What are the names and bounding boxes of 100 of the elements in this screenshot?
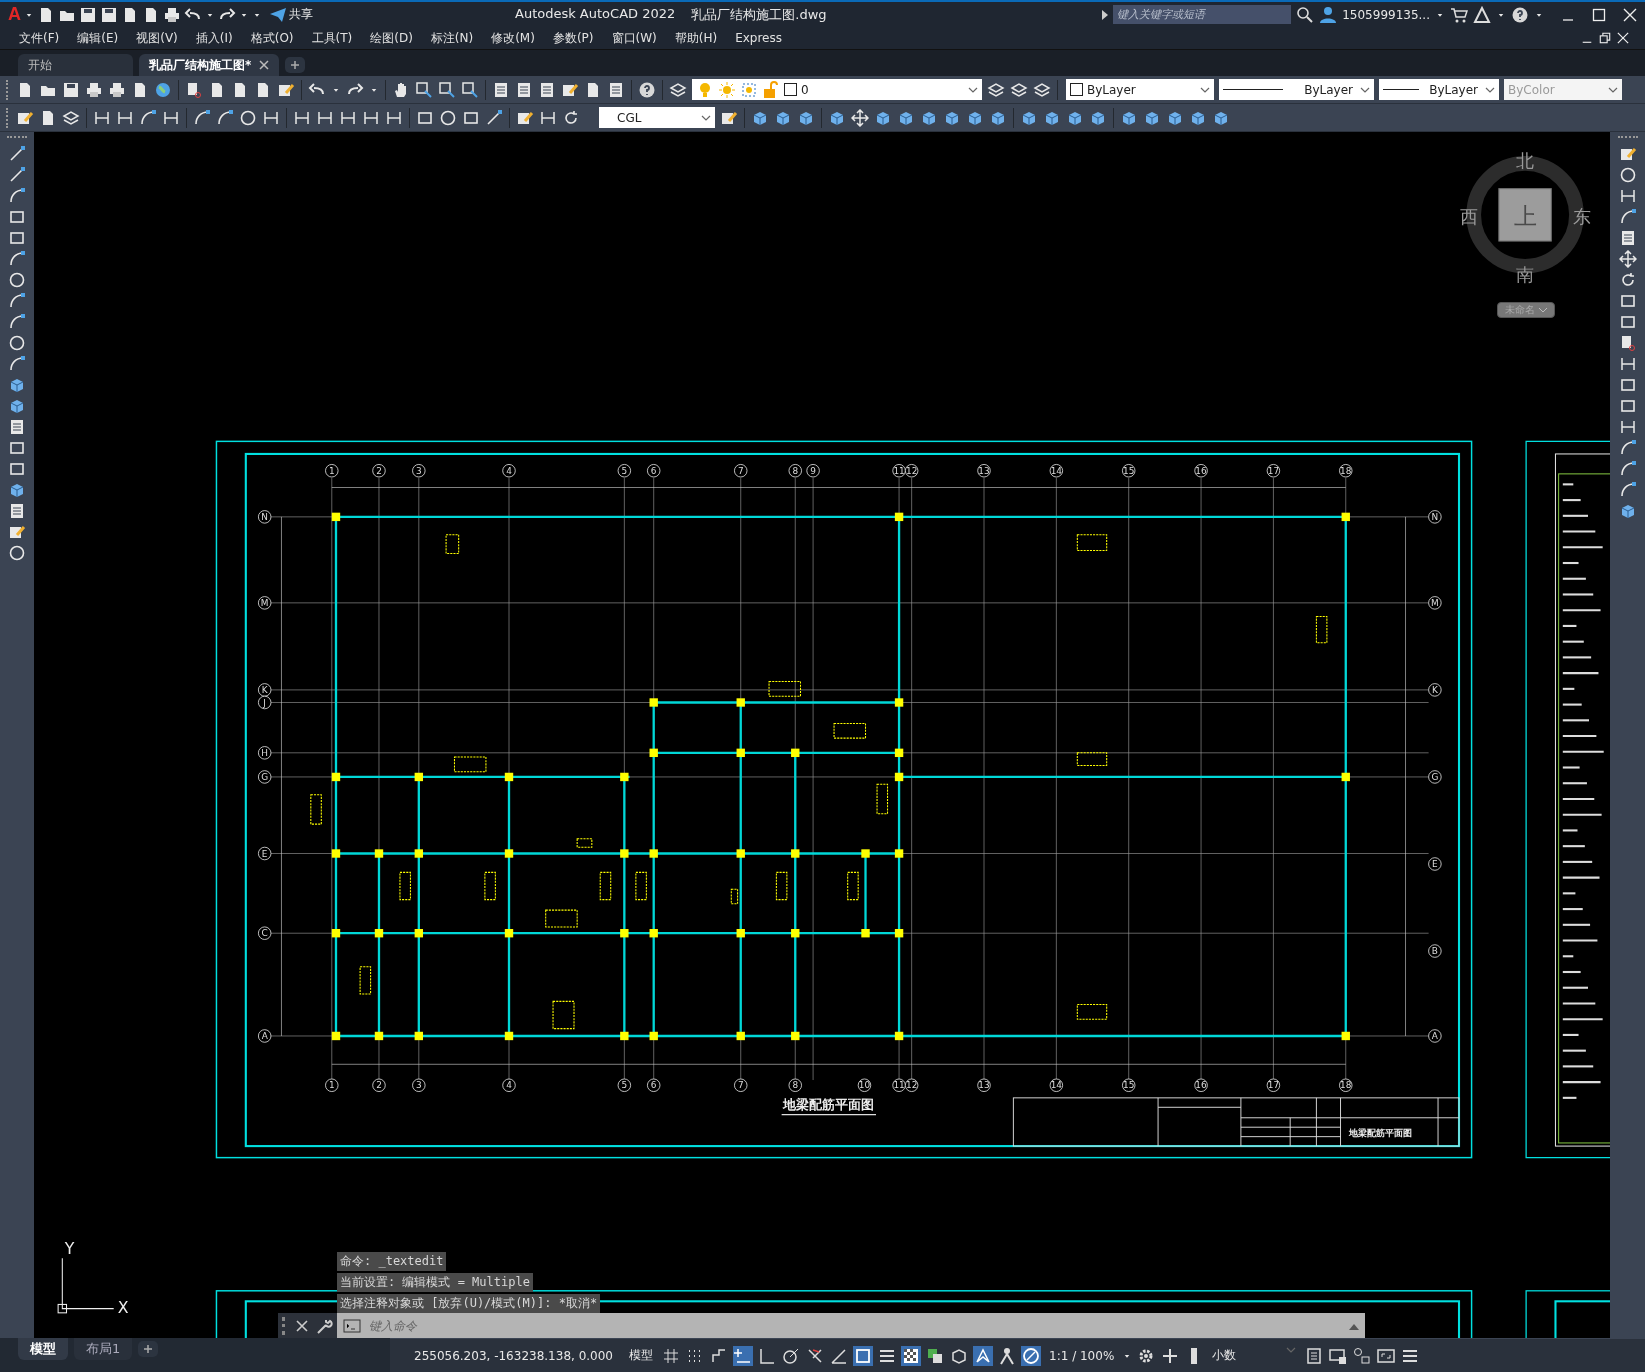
rectangle-icon[interactable] xyxy=(1618,292,1637,310)
compass-label[interactable]: 西 xyxy=(1460,206,1479,228)
new-tab-icon[interactable] xyxy=(285,57,306,73)
compass-label[interactable]: 东 xyxy=(1572,206,1591,228)
arc-icon[interactable] xyxy=(8,313,26,331)
move-icon[interactable] xyxy=(1618,250,1637,268)
chevron-down-icon[interactable] xyxy=(1360,86,1370,93)
dimension-icon[interactable] xyxy=(1618,418,1637,436)
chevron-down-icon[interactable] xyxy=(1200,86,1210,93)
help-icon[interactable] xyxy=(638,80,656,99)
compass-label[interactable]: 北 xyxy=(1516,149,1535,171)
globe-icon[interactable] xyxy=(154,80,172,99)
move-icon[interactable] xyxy=(851,108,869,127)
gizmo-icon[interactable] xyxy=(973,1345,993,1366)
layer-dropdown[interactable]: 0 xyxy=(692,79,982,100)
printer-icon[interactable] xyxy=(108,80,126,99)
add-layout-icon[interactable] xyxy=(138,1341,159,1357)
rotate-icon[interactable] xyxy=(562,108,580,127)
printer-icon[interactable] xyxy=(85,80,103,99)
help-icon[interactable] xyxy=(1511,5,1529,24)
dimension-icon[interactable] xyxy=(1618,355,1637,373)
arc-icon[interactable] xyxy=(1618,460,1637,478)
menu-item[interactable]: 标注(N) xyxy=(421,29,483,47)
share-button[interactable]: 共享 xyxy=(265,5,317,24)
rectangle-icon[interactable] xyxy=(8,208,26,226)
layers-icon[interactable] xyxy=(1010,80,1028,99)
expand-arrow-icon[interactable] xyxy=(1102,9,1109,20)
circle-icon[interactable] xyxy=(1021,1345,1041,1366)
search-icon[interactable] xyxy=(1296,5,1315,24)
rectangle-icon[interactable] xyxy=(8,460,26,478)
close-icon[interactable] xyxy=(259,60,270,70)
units-dropdown[interactable]: 小数 xyxy=(1208,1347,1301,1364)
pencil-icon[interactable] xyxy=(1618,145,1637,163)
rectangle-icon[interactable] xyxy=(1618,376,1637,394)
compass-label[interactable]: 南 xyxy=(1516,263,1535,285)
layout-tab[interactable]: 模型 xyxy=(18,1338,68,1360)
search-field[interactable]: 键入关键字或短语 xyxy=(1113,5,1292,24)
cart-icon[interactable] xyxy=(1450,5,1468,24)
user-account-button[interactable]: 1505999135... xyxy=(1342,7,1430,22)
line-icon[interactable] xyxy=(8,145,26,163)
maximize-icon[interactable] xyxy=(1592,7,1606,22)
color-dropdown[interactable]: ByLayer xyxy=(1066,79,1214,100)
menu-item[interactable]: 插入(I) xyxy=(186,29,242,47)
rectangle-icon[interactable] xyxy=(8,439,26,457)
plus-square-icon[interactable] xyxy=(733,1345,753,1366)
line-icon[interactable] xyxy=(485,108,503,127)
circle-icon[interactable] xyxy=(439,108,457,127)
line-icon[interactable] xyxy=(8,166,26,184)
layers-icon[interactable] xyxy=(669,80,687,99)
save-icon[interactable] xyxy=(100,5,118,24)
shapes-icon[interactable] xyxy=(1352,1345,1373,1366)
menu-item[interactable]: 修改(M) xyxy=(482,29,544,47)
rectangle-icon[interactable] xyxy=(1618,397,1637,415)
menu-item[interactable]: 格式(O) xyxy=(241,29,303,47)
menu-item[interactable]: 文件(F) xyxy=(10,29,69,47)
menu-item[interactable]: 窗口(W) xyxy=(602,29,666,47)
circle-icon[interactable] xyxy=(1618,166,1637,184)
chevron-down-icon[interactable] xyxy=(701,114,711,121)
circle-icon[interactable] xyxy=(8,544,26,562)
command-line-field[interactable]: 键入命令 xyxy=(337,1313,1365,1338)
viewcube[interactable] xyxy=(1498,188,1552,242)
scissors-icon[interactable] xyxy=(185,80,203,99)
arc-icon[interactable] xyxy=(193,108,211,127)
user-icon[interactable] xyxy=(1319,5,1338,24)
terminal-icon[interactable] xyxy=(343,1316,361,1335)
menu-item[interactable]: Express xyxy=(726,31,791,45)
zoom-icon[interactable] xyxy=(415,80,433,99)
arc-icon[interactable] xyxy=(1618,208,1637,226)
arc-icon[interactable] xyxy=(8,187,26,205)
document-tab[interactable]: 乳品厂结构施工图* xyxy=(139,54,280,76)
restore-icon[interactable] xyxy=(1599,32,1611,44)
arc-icon[interactable] xyxy=(139,108,157,127)
arc-icon[interactable] xyxy=(216,108,234,127)
menu-item[interactable]: 视图(V) xyxy=(127,29,187,47)
menu-item[interactable]: 帮助(H) xyxy=(665,29,727,47)
person-icon[interactable] xyxy=(997,1345,1017,1366)
layout-tab[interactable]: 布局1 xyxy=(74,1338,133,1360)
pencil-icon[interactable] xyxy=(8,523,26,541)
model-space-button[interactable]: 模型 xyxy=(625,1347,657,1364)
triangle-nodes-icon[interactable] xyxy=(1473,5,1491,24)
printer-icon[interactable] xyxy=(163,5,181,24)
checker-icon[interactable] xyxy=(901,1345,921,1366)
arc-icon[interactable] xyxy=(8,292,26,310)
square-icon[interactable] xyxy=(853,1345,873,1366)
linetype-dropdown[interactable]: ByLayer xyxy=(1219,79,1374,100)
layers-icon[interactable] xyxy=(62,108,80,127)
save-icon[interactable] xyxy=(79,5,97,24)
menu-item[interactable]: 工具(T) xyxy=(302,29,362,47)
menu-item[interactable]: 参数(P) xyxy=(543,29,603,47)
layers-icon[interactable] xyxy=(1033,80,1051,99)
lineweight-dropdown[interactable]: ByLayer xyxy=(1379,79,1499,100)
document-tab[interactable]: 开始 xyxy=(18,54,133,76)
menu-item[interactable]: 绘图(D) xyxy=(361,29,422,47)
circle-icon[interactable] xyxy=(239,108,257,127)
circle-icon[interactable] xyxy=(8,271,26,289)
rectangle-icon[interactable] xyxy=(1618,313,1637,331)
arc-icon[interactable] xyxy=(1618,439,1637,457)
annotation-scale-button[interactable]: 1:1 / 100% xyxy=(1045,1348,1119,1363)
arc-icon[interactable] xyxy=(8,250,26,268)
rectangle-icon[interactable] xyxy=(8,229,26,247)
